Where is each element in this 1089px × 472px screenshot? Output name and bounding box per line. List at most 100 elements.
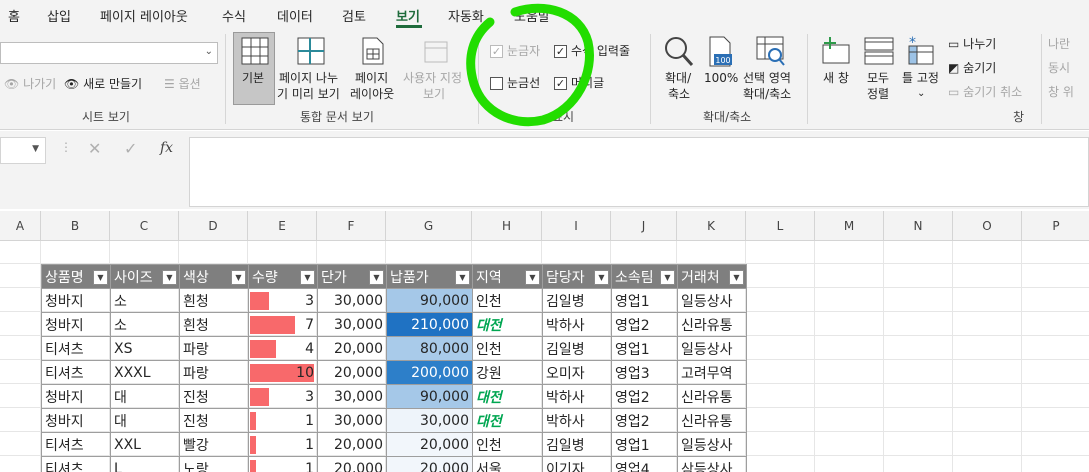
formula-input[interactable] bbox=[189, 137, 1089, 207]
table-cell[interactable]: 서울 bbox=[472, 456, 543, 472]
table-cell[interactable]: 청바지 bbox=[41, 384, 111, 409]
table-cell[interactable]: 박하사 bbox=[542, 384, 612, 409]
table-cell[interactable]: 20,000 bbox=[386, 456, 473, 472]
table-cell[interactable]: 고려무역 bbox=[677, 360, 747, 385]
table-cell[interactable]: 파랑 bbox=[179, 360, 249, 385]
tab-insert[interactable]: 삽입 bbox=[47, 6, 71, 25]
table-cell[interactable]: 일등상사 bbox=[677, 336, 747, 361]
filter-dropdown-icon[interactable]: ▼ bbox=[93, 270, 108, 285]
column-header-g[interactable]: G bbox=[386, 211, 472, 241]
column-header-p[interactable]: P bbox=[1022, 211, 1089, 241]
column-header-i[interactable]: I bbox=[542, 211, 611, 241]
sheet-view-new-button[interactable]: 👁 새로 만들기 bbox=[64, 76, 142, 92]
table-cell[interactable]: 20,000 bbox=[317, 432, 387, 457]
table-cell[interactable]: 청바지 bbox=[41, 288, 111, 313]
table-cell[interactable]: 신라유통 bbox=[677, 384, 747, 409]
table-cell[interactable]: 10 bbox=[248, 360, 318, 385]
table-cell[interactable]: 삼등상사 bbox=[677, 456, 747, 472]
table-cell[interactable]: 90,000 bbox=[386, 384, 473, 409]
column-header-j[interactable]: J bbox=[611, 211, 677, 241]
table-cell[interactable]: 30,000 bbox=[317, 288, 387, 313]
filter-dropdown-icon[interactable]: ▼ bbox=[231, 270, 246, 285]
split-button[interactable]: ▭ 나누기 bbox=[948, 36, 996, 52]
table-cell[interactable]: 신라유통 bbox=[677, 408, 747, 433]
table-cell[interactable]: 박하사 bbox=[542, 408, 612, 433]
table-cell[interactable]: 영업1 bbox=[611, 336, 678, 361]
table-cell[interactable]: 200,000 bbox=[386, 360, 473, 385]
column-header-b[interactable]: B bbox=[41, 211, 110, 241]
headings-checkbox[interactable]: ✓ bbox=[554, 77, 567, 90]
table-cell[interactable]: 오미자 bbox=[542, 360, 612, 385]
table-cell[interactable]: 김일병 bbox=[542, 288, 612, 313]
sheet-view-options-button[interactable]: ☰ 옵션 bbox=[164, 76, 201, 92]
column-header-k[interactable]: K bbox=[677, 211, 746, 241]
reset-window-position-button[interactable]: 창 위 bbox=[1048, 84, 1074, 100]
enter-check-icon[interactable]: ✓ bbox=[124, 139, 137, 158]
table-cell[interactable]: 20,000 bbox=[317, 456, 387, 472]
filter-dropdown-icon[interactable]: ▼ bbox=[300, 270, 315, 285]
table-cell[interactable]: 20,000 bbox=[386, 432, 473, 457]
zoom-100-button[interactable]: 100% bbox=[704, 70, 738, 86]
table-cell[interactable]: 인천 bbox=[472, 432, 543, 457]
table-cell[interactable]: 대 bbox=[110, 384, 180, 409]
filter-dropdown-icon[interactable]: ▼ bbox=[525, 270, 540, 285]
table-cell[interactable]: 일등상사 bbox=[677, 432, 747, 457]
formula-bar-checkbox[interactable]: ✓ bbox=[554, 45, 567, 58]
column-header-c[interactable]: C bbox=[110, 211, 179, 241]
filter-dropdown-icon[interactable]: ▼ bbox=[455, 270, 470, 285]
table-cell[interactable]: 노랑 bbox=[179, 456, 249, 472]
table-cell[interactable]: 영업2 bbox=[611, 384, 678, 409]
table-cell[interactable]: 티셔츠 bbox=[41, 360, 111, 385]
table-cell[interactable]: 영업2 bbox=[611, 312, 678, 337]
table-cell[interactable]: 청바지 bbox=[41, 408, 111, 433]
table-cell[interactable]: XXL bbox=[110, 432, 180, 457]
table-cell[interactable]: XXXL bbox=[110, 360, 180, 385]
table-cell[interactable]: 영업2 bbox=[611, 408, 678, 433]
table-cell[interactable]: 진청 bbox=[179, 408, 249, 433]
column-header-o[interactable]: O bbox=[953, 211, 1022, 241]
unhide-button[interactable]: ▭ 숨기기 취소 bbox=[948, 84, 1022, 100]
table-cell[interactable]: 1 bbox=[248, 456, 318, 472]
worksheet-area[interactable]: 상품명 ▼ 사이즈 ▼ 색상 ▼ 수량 ▼ 단가 ▼ 납품가 ▼ 지역 ▼ 담당자 ▼ 소속팀 ▼ 거래처 ▼ 청바지… bbox=[0, 241, 1089, 472]
sheet-view-dropdown[interactable]: ⌄ bbox=[0, 42, 218, 64]
table-cell[interactable]: 진청 bbox=[179, 384, 249, 409]
table-cell[interactable]: 인천 bbox=[472, 288, 543, 313]
table-cell[interactable]: 티셔츠 bbox=[41, 336, 111, 361]
table-cell[interactable]: 30,000 bbox=[317, 384, 387, 409]
column-header-a[interactable]: A bbox=[0, 211, 41, 241]
table-cell[interactable]: 1 bbox=[248, 432, 318, 457]
table-cell[interactable]: 영업3 bbox=[611, 360, 678, 385]
table-cell[interactable]: 80,000 bbox=[386, 336, 473, 361]
column-header-l[interactable]: L bbox=[746, 211, 815, 241]
table-cell[interactable]: XS bbox=[110, 336, 180, 361]
cancel-icon[interactable]: ✕ bbox=[88, 139, 101, 158]
tab-view[interactable]: 보기 bbox=[396, 6, 420, 25]
table-cell[interactable]: 210,000 bbox=[386, 312, 473, 337]
new-window-button[interactable]: 새 창 bbox=[823, 70, 849, 86]
synchronous-scrolling-button[interactable]: 동시 bbox=[1048, 60, 1070, 76]
table-cell[interactable]: 청바지 bbox=[41, 312, 111, 337]
table-cell[interactable]: 4 bbox=[248, 336, 318, 361]
freeze-panes-button[interactable]: 틀 고정 bbox=[902, 70, 939, 86]
table-cell[interactable]: 흰청 bbox=[179, 288, 249, 313]
table-cell[interactable]: 티셔츠 bbox=[41, 456, 111, 472]
tab-home[interactable]: 홈 bbox=[8, 6, 20, 25]
table-cell[interactable]: 20,000 bbox=[317, 336, 387, 361]
table-cell[interactable]: 흰청 bbox=[179, 312, 249, 337]
ruler-checkbox[interactable]: ✓ bbox=[490, 45, 503, 58]
table-cell[interactable]: L bbox=[110, 456, 180, 472]
column-header-d[interactable]: D bbox=[179, 211, 248, 241]
column-header-m[interactable]: M bbox=[815, 211, 884, 241]
table-cell[interactable]: 대 bbox=[110, 408, 180, 433]
table-cell[interactable]: 1 bbox=[248, 408, 318, 433]
table-cell[interactable]: 강원 bbox=[472, 360, 543, 385]
filter-dropdown-icon[interactable]: ▼ bbox=[369, 270, 384, 285]
table-cell[interactable]: 파랑 bbox=[179, 336, 249, 361]
tab-review[interactable]: 검토 bbox=[342, 6, 366, 25]
tab-page-layout[interactable]: 페이지 레이아웃 bbox=[100, 6, 188, 25]
table-cell[interactable]: 대전 bbox=[472, 312, 543, 337]
filter-dropdown-icon[interactable]: ▼ bbox=[729, 270, 744, 285]
table-cell[interactable]: 영업1 bbox=[611, 288, 678, 313]
insert-function-icon[interactable]: fx bbox=[160, 140, 173, 156]
table-cell[interactable]: 빨강 bbox=[179, 432, 249, 457]
